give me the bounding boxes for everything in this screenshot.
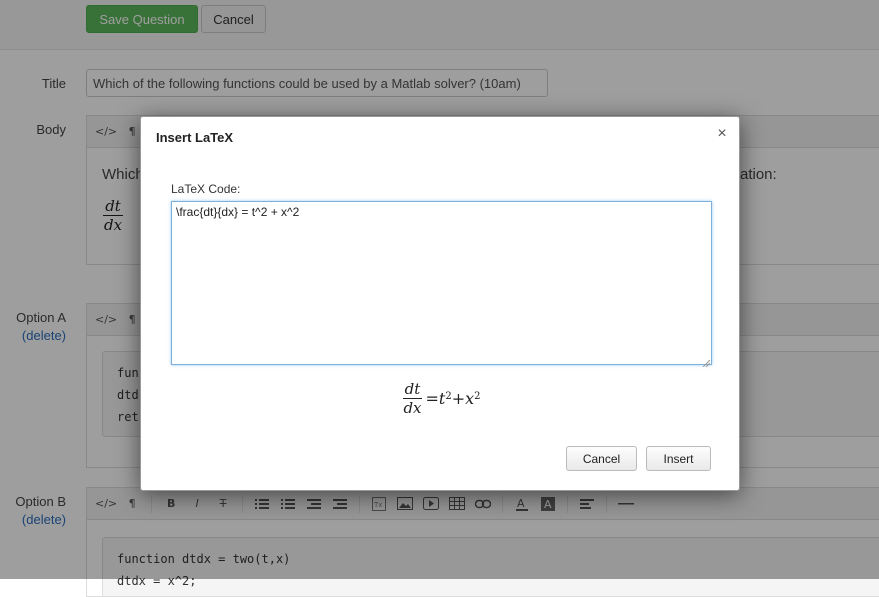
preview-fraction: dt dx xyxy=(401,381,423,416)
latex-code-textarea[interactable]: \frac{dt}{dx} = t^2 + x^2 xyxy=(171,201,712,365)
close-icon[interactable]: × xyxy=(713,123,731,145)
preview-equals: = xyxy=(425,389,439,408)
preview-denominator: dx xyxy=(403,399,422,417)
preview-exp: 2 xyxy=(445,391,452,402)
insert-latex-dialog: Insert LaTeX × LaTeX Code: \frac{dt}{dx}… xyxy=(140,116,740,491)
dialog-title: Insert LaTeX xyxy=(156,130,234,145)
preview-plus: + xyxy=(451,389,466,408)
dialog-cancel-button[interactable]: Cancel xyxy=(566,446,637,471)
preview-var-x: x xyxy=(465,389,475,408)
resize-handle-icon[interactable] xyxy=(702,355,711,368)
preview-rhs: = t 2 + x 2 xyxy=(426,381,481,416)
preview-exp: 2 xyxy=(474,391,481,402)
latex-preview: dt dx = t 2 + x 2 xyxy=(141,381,741,416)
latex-code-label: LaTeX Code: xyxy=(171,182,241,196)
insert-button[interactable]: Insert xyxy=(646,446,711,471)
preview-numerator: dt xyxy=(402,380,423,399)
